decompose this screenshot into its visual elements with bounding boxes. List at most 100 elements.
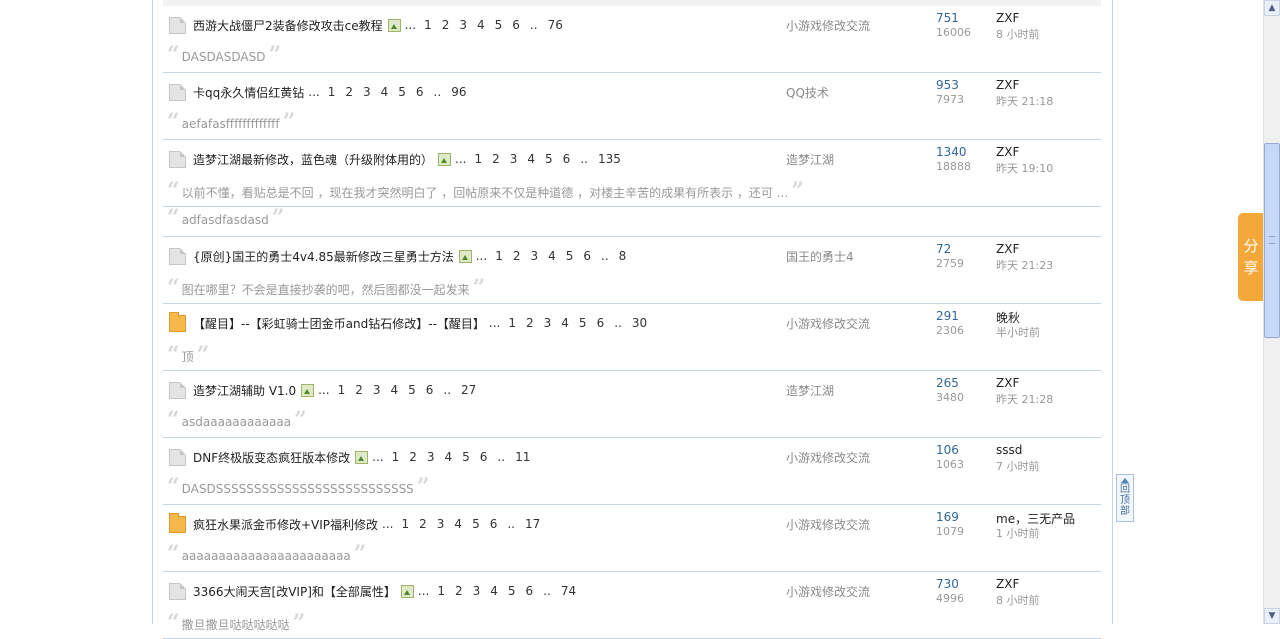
forum-link[interactable]: 国王的勇士4 xyxy=(786,248,854,265)
last-poster-link[interactable]: ZXF xyxy=(996,145,1019,159)
reply-count[interactable]: 72 xyxy=(936,242,951,256)
page-link[interactable]: 1 xyxy=(328,85,336,99)
page-link[interactable]: 5 xyxy=(545,152,553,166)
scrollbar-thumb[interactable] xyxy=(1264,143,1280,338)
page-link[interactable]: 5 xyxy=(472,517,480,531)
page-link[interactable]: 4 xyxy=(561,316,569,330)
last-poster-link[interactable]: ZXF xyxy=(996,577,1019,591)
page-link[interactable]: 4 xyxy=(454,517,462,531)
thread-title-link[interactable]: DNF终极版变态疯狂版本修改 xyxy=(193,449,350,466)
last-poster-link[interactable]: ZXF xyxy=(996,11,1019,25)
reply-count[interactable]: 730 xyxy=(936,577,959,591)
forum-link[interactable]: 造梦江湖 xyxy=(786,151,834,168)
reply-count[interactable]: 953 xyxy=(936,78,959,92)
back-to-top-button[interactable]: 回 顶 部 xyxy=(1116,474,1134,522)
page-link[interactable]: 2 xyxy=(526,316,534,330)
page-link[interactable]: 3 xyxy=(459,18,467,32)
thread-title-link[interactable]: 造梦江湖最新修改，蓝色魂（升级附体用的） xyxy=(193,151,433,168)
page-link[interactable]: 6 xyxy=(416,85,424,99)
page-link[interactable]: 4 xyxy=(548,249,556,263)
reply-count[interactable]: 106 xyxy=(936,443,959,457)
thread-title-link[interactable]: 西游大战僵尸2装备修改攻击ce教程 xyxy=(193,17,383,34)
page-link[interactable]: 5 xyxy=(462,450,470,464)
page-link[interactable]: 4 xyxy=(445,450,453,464)
page-link[interactable]: 6 xyxy=(597,316,605,330)
page-link[interactable]: 6 xyxy=(526,584,534,598)
page-link[interactable]: 3 xyxy=(544,316,552,330)
page-link[interactable]: 2 xyxy=(355,383,363,397)
forum-link[interactable]: 小游戏修改交流 xyxy=(786,17,870,34)
last-post-time[interactable]: 昨天 21:28 xyxy=(996,391,1053,407)
page-link[interactable]: 76 xyxy=(548,18,563,32)
reply-count[interactable]: 169 xyxy=(936,510,959,524)
page-link[interactable]: 11 xyxy=(515,450,530,464)
thread-title-link[interactable]: 【醒目】--【彩虹骑士团金币and钻石修改】--【醒目】 xyxy=(193,315,485,332)
last-post-time[interactable]: 8 小时前 xyxy=(996,26,1040,42)
scroll-up-arrow-icon[interactable]: ▲ xyxy=(1264,0,1280,16)
page-link[interactable]: 8 xyxy=(619,249,627,263)
page-link[interactable]: 6 xyxy=(426,383,434,397)
forum-link[interactable]: 小游戏修改交流 xyxy=(786,449,870,466)
last-post-time[interactable]: 7 小时前 xyxy=(996,458,1040,474)
page-link[interactable]: 3 xyxy=(373,383,381,397)
page-link[interactable]: 6 xyxy=(490,517,498,531)
page-link[interactable]: 96 xyxy=(451,85,466,99)
page-link[interactable]: 30 xyxy=(632,316,647,330)
share-button[interactable]: 分 享 xyxy=(1238,213,1264,301)
page-link[interactable]: 1 xyxy=(338,383,346,397)
page-link[interactable]: 2 xyxy=(513,249,521,263)
reply-count[interactable]: 751 xyxy=(936,11,959,25)
page-link[interactable]: 27 xyxy=(461,383,476,397)
reply-count[interactable]: 291 xyxy=(936,309,959,323)
thread-title-link[interactable]: 疯狂水果派金币修改+VIP福利修改 xyxy=(193,516,378,533)
page-link[interactable]: 4 xyxy=(490,584,498,598)
thread-title-link[interactable]: 3366大闹天宫[改VIP]和【全部属性】 xyxy=(193,583,396,600)
page-link[interactable]: 3 xyxy=(437,517,445,531)
page-link[interactable]: 3 xyxy=(473,584,481,598)
page-link[interactable]: 1 xyxy=(508,316,516,330)
page-link[interactable]: 3 xyxy=(427,450,435,464)
page-link[interactable]: 1 xyxy=(437,584,445,598)
page-link[interactable]: 135 xyxy=(598,152,621,166)
thread-title-link[interactable]: 卡qq永久情侣红黄钻 xyxy=(193,84,304,101)
page-link[interactable]: 2 xyxy=(345,85,353,99)
page-link[interactable]: 6 xyxy=(480,450,488,464)
page-link[interactable]: 5 xyxy=(495,18,503,32)
last-post-time[interactable]: 8 小时前 xyxy=(996,592,1040,608)
page-link[interactable]: 5 xyxy=(398,85,406,99)
page-link[interactable]: 4 xyxy=(527,152,535,166)
page-link[interactable]: 74 xyxy=(561,584,576,598)
last-post-time[interactable]: 昨天 21:23 xyxy=(996,257,1053,273)
thread-title-link[interactable]: {原创}国王的勇士4v4.85最新修改三星勇士方法 xyxy=(193,248,454,265)
page-link[interactable]: 2 xyxy=(492,152,500,166)
forum-link[interactable]: 小游戏修改交流 xyxy=(786,516,870,533)
last-poster-link[interactable]: ZXF xyxy=(996,376,1019,390)
last-post-time[interactable]: 半小时前 xyxy=(996,324,1040,340)
page-link[interactable]: 3 xyxy=(363,85,371,99)
last-post-time[interactable]: 1 小时前 xyxy=(996,525,1040,541)
last-post-time[interactable]: 昨天 19:10 xyxy=(996,160,1053,176)
scroll-down-arrow-icon[interactable]: ▼ xyxy=(1264,608,1280,624)
page-link[interactable]: 5 xyxy=(408,383,416,397)
thread-title-link[interactable]: 造梦江湖辅助 V1.0 xyxy=(193,382,296,399)
page-link[interactable]: 1 xyxy=(474,152,482,166)
page-link[interactable]: 3 xyxy=(530,249,538,263)
page-link[interactable]: 4 xyxy=(381,85,389,99)
page-link[interactable]: 4 xyxy=(477,18,485,32)
page-link[interactable]: 2 xyxy=(455,584,463,598)
page-link[interactable]: 6 xyxy=(583,249,591,263)
page-link[interactable]: 5 xyxy=(579,316,587,330)
page-link[interactable]: 1 xyxy=(402,517,410,531)
page-link[interactable]: 6 xyxy=(512,18,520,32)
forum-link[interactable]: 小游戏修改交流 xyxy=(786,315,870,332)
page-link[interactable]: 3 xyxy=(510,152,518,166)
page-link[interactable]: 1 xyxy=(392,450,400,464)
forum-link[interactable]: QQ技术 xyxy=(786,84,829,101)
page-link[interactable]: 1 xyxy=(495,249,503,263)
last-poster-link[interactable]: ZXF xyxy=(996,78,1019,92)
last-poster-link[interactable]: ZXF xyxy=(996,242,1019,256)
vertical-scrollbar[interactable]: ▲ ▼ xyxy=(1263,0,1280,624)
reply-count[interactable]: 265 xyxy=(936,376,959,390)
page-link[interactable]: 1 xyxy=(424,18,432,32)
page-link[interactable]: 2 xyxy=(409,450,417,464)
